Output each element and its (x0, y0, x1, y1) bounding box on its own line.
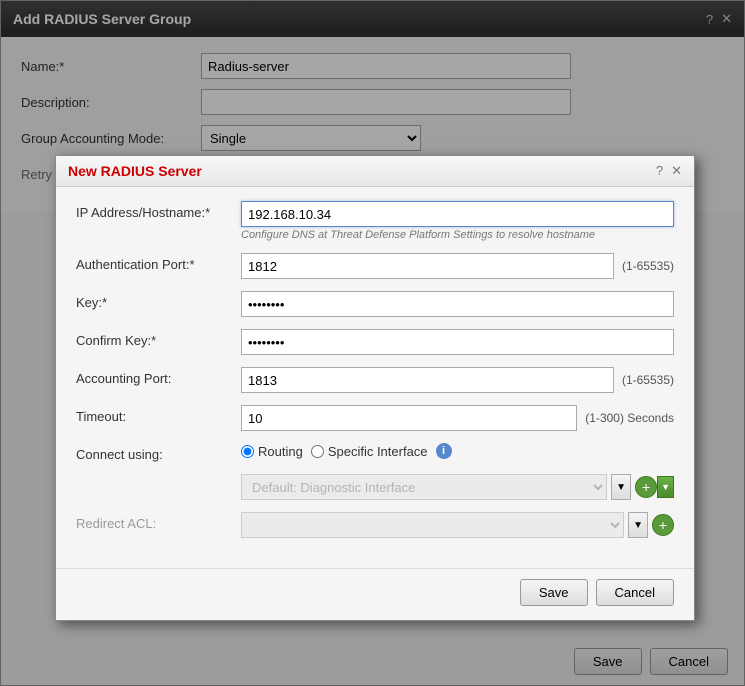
interface-add-dropdown-arrow[interactable]: ▼ (657, 476, 674, 498)
redirect-acl-add-button[interactable]: + (652, 514, 674, 536)
interface-dropdown-area: Default: Diagnostic Interface ▼ + ▼ (241, 474, 674, 500)
confirm-key-row: Confirm Key:* (76, 329, 674, 355)
auth-port-field-area: (1-65535) (241, 253, 674, 279)
inner-cancel-button[interactable]: Cancel (596, 579, 674, 606)
confirm-key-field-area (241, 329, 674, 355)
timeout-row: Timeout: (1-300) Seconds (76, 405, 674, 431)
interface-select: Default: Diagnostic Interface (241, 474, 607, 500)
auth-port-suffix: (1-65535) (622, 259, 674, 273)
connect-using-row: Connect using: Routing Specific Interfac… (76, 443, 674, 462)
confirm-key-input[interactable] (241, 329, 674, 355)
interface-dropdown-label (76, 474, 241, 478)
accounting-port-input[interactable] (241, 367, 614, 393)
key-label: Key:* (76, 291, 241, 310)
key-input[interactable] (241, 291, 674, 317)
specific-interface-label: Specific Interface (328, 444, 428, 459)
accounting-port-suffix: (1-65535) (622, 373, 674, 387)
key-field-area (241, 291, 674, 317)
connect-using-radio-group: Routing Specific Interface i (241, 443, 674, 459)
timeout-label: Timeout: (76, 405, 241, 424)
key-row: Key:* (76, 291, 674, 317)
connect-using-label: Connect using: (76, 443, 241, 462)
inner-form-content: IP Address/Hostname:* Configure DNS at T… (56, 187, 694, 564)
inner-close-icon[interactable]: ✕ (671, 163, 682, 179)
redirect-acl-field-area: ▼ + (241, 512, 674, 538)
timeout-suffix: (1-300) Seconds (585, 411, 674, 425)
specific-interface-radio[interactable] (311, 445, 324, 458)
auth-port-input-group: (1-65535) (241, 253, 674, 279)
inner-save-button[interactable]: Save (520, 579, 588, 606)
interface-add-button[interactable]: + (635, 476, 657, 498)
redirect-acl-group: ▼ + (241, 512, 674, 538)
routing-radio[interactable] (241, 445, 254, 458)
redirect-acl-label: Redirect ACL: (76, 512, 241, 531)
ip-hostname-field-area: Configure DNS at Threat Defense Platform… (241, 201, 674, 241)
inner-bottom-buttons: Save Cancel (56, 568, 694, 620)
accounting-port-input-group: (1-65535) (241, 367, 674, 393)
inner-dialog-titlebar: New RADIUS Server ? ✕ (56, 156, 694, 187)
ip-hostname-hint: Configure DNS at Threat Defense Platform… (241, 229, 674, 241)
inner-dialog: New RADIUS Server ? ✕ IP Address/Hostnam… (55, 155, 695, 621)
inner-titlebar-controls: ? ✕ (656, 163, 682, 179)
ip-hostname-label: IP Address/Hostname:* (76, 201, 241, 220)
interface-dropdown-arrow[interactable]: ▼ (611, 474, 631, 500)
inner-help-icon[interactable]: ? (656, 163, 663, 179)
interface-dropdown-group: Default: Diagnostic Interface ▼ + ▼ (241, 474, 674, 500)
routing-option[interactable]: Routing (241, 444, 303, 459)
inner-dialog-title: New RADIUS Server (68, 163, 202, 179)
redirect-acl-dropdown-arrow[interactable]: ▼ (628, 512, 648, 538)
redirect-acl-row: Redirect ACL: ▼ + (76, 512, 674, 538)
accounting-port-row: Accounting Port: (1-65535) (76, 367, 674, 393)
accounting-port-label: Accounting Port: (76, 367, 241, 386)
interface-add-dropdown: + ▼ (635, 476, 674, 498)
ip-hostname-input[interactable] (241, 201, 674, 227)
ip-hostname-row: IP Address/Hostname:* Configure DNS at T… (76, 201, 674, 241)
timeout-field-area: (1-300) Seconds (241, 405, 674, 431)
info-icon[interactable]: i (436, 443, 452, 459)
auth-port-row: Authentication Port:* (1-65535) (76, 253, 674, 279)
redirect-acl-select (241, 512, 624, 538)
interface-dropdown-row: Default: Diagnostic Interface ▼ + ▼ (76, 474, 674, 500)
accounting-port-field-area: (1-65535) (241, 367, 674, 393)
confirm-key-label: Confirm Key:* (76, 329, 241, 348)
connect-using-field-area: Routing Specific Interface i (241, 443, 674, 459)
auth-port-input[interactable] (241, 253, 614, 279)
auth-port-label: Authentication Port:* (76, 253, 241, 272)
timeout-input[interactable] (241, 405, 577, 431)
specific-interface-option[interactable]: Specific Interface (311, 444, 428, 459)
timeout-input-group: (1-300) Seconds (241, 405, 674, 431)
routing-label: Routing (258, 444, 303, 459)
